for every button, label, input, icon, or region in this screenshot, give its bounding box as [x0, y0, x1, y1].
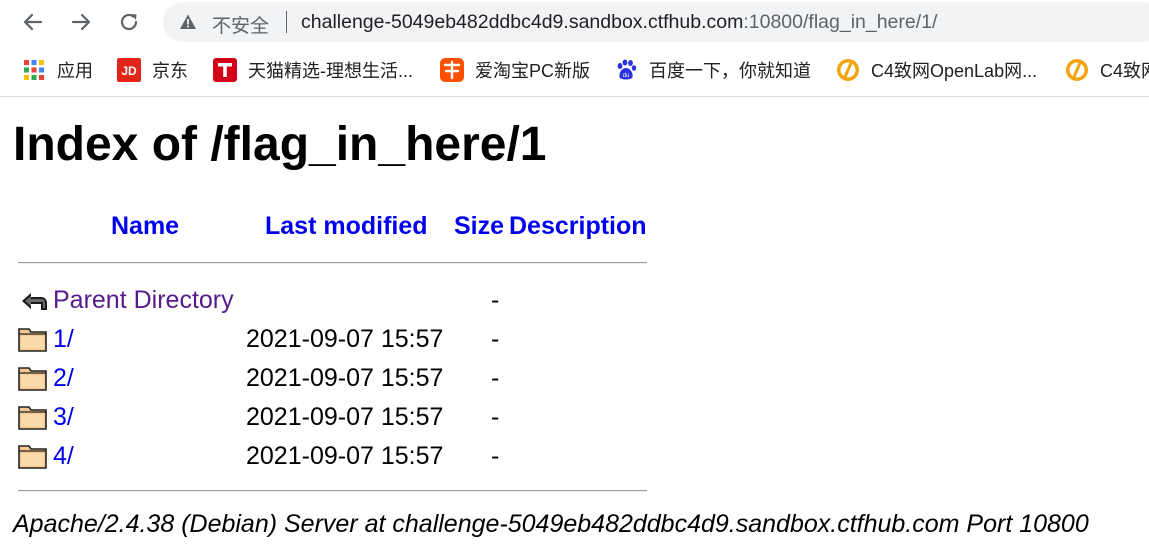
- bookmarks-bar: 应用 JD 京东 天猫精选-理想生活... 爱淘宝PC新版 du 百度一下，你就…: [0, 44, 1149, 97]
- folder-icon: [18, 445, 47, 469]
- bookmark-label: C4致网OpenLab网...: [871, 61, 1038, 81]
- bookmark-label: 百度一下，你就知道: [649, 61, 811, 81]
- jd-logo-icon: JD: [117, 58, 141, 82]
- table-row: 2/ 2021-09-07 15:57 -: [0, 361, 700, 395]
- table-row: 4/ 2021-09-07 15:57 -: [0, 439, 700, 473]
- size-cell: -: [491, 325, 500, 353]
- url-text[interactable]: challenge-5049eb482ddbc4d9.sandbox.ctfhu…: [301, 11, 937, 34]
- reload-button[interactable]: [113, 6, 145, 38]
- size-cell: -: [491, 442, 500, 470]
- bookmark-c4[interactable]: C4致网: [1065, 56, 1149, 84]
- size-cell: -: [491, 286, 500, 314]
- address-bar[interactable]: 不安全 challenge-5049eb482ddbc4d9.sandbox.c…: [163, 2, 1149, 42]
- c4-logo-icon: [836, 58, 860, 82]
- entry-link[interactable]: 4/: [53, 441, 74, 471]
- browser-toolbar: 不安全 challenge-5049eb482ddbc4d9.sandbox.c…: [0, 0, 1149, 44]
- bookmark-label: 应用: [57, 61, 93, 81]
- table-divider: [18, 490, 647, 492]
- page-title: Index of /flag_in_here/1: [13, 118, 547, 171]
- omnibox-divider: [286, 11, 287, 33]
- entry-link[interactable]: 2/: [53, 363, 74, 393]
- parent-directory-link[interactable]: Parent Directory: [53, 285, 234, 315]
- entry-link[interactable]: 1/: [53, 324, 74, 354]
- modified-cell: 2021-09-07 15:57: [246, 325, 444, 353]
- svg-text:du: du: [623, 73, 630, 79]
- bookmark-label: 爱淘宝PC新版: [475, 61, 591, 81]
- security-label[interactable]: 不安全: [212, 11, 269, 38]
- arrow-right-icon: [71, 13, 91, 31]
- table-divider: [18, 262, 647, 264]
- bookmark-c4-openlab[interactable]: C4致网OpenLab网...: [836, 56, 1037, 84]
- page-content: Index of /flag_in_here/1 Name Last modif…: [0, 97, 1149, 549]
- warning-triangle-icon: [180, 14, 196, 29]
- size-cell: -: [491, 364, 500, 392]
- bookmark-label: C4致网: [1100, 61, 1149, 81]
- svg-text:JD: JD: [121, 64, 137, 78]
- bookmark-taobao[interactable]: 爱淘宝PC新版: [440, 56, 590, 84]
- table-row: Parent Directory -: [0, 283, 700, 317]
- column-header-name[interactable]: Name: [111, 211, 179, 241]
- bookmark-tmall[interactable]: 天猫精选-理想生活...: [213, 56, 413, 84]
- tmall-logo-icon: [213, 58, 237, 82]
- folder-icon: [18, 406, 47, 430]
- bookmark-label: 京东: [152, 61, 188, 81]
- back-arrow-icon: [22, 293, 47, 310]
- arrow-left-icon: [23, 13, 43, 31]
- table-row: 3/ 2021-09-07 15:57 -: [0, 400, 700, 434]
- column-header-last-modified[interactable]: Last modified: [265, 211, 428, 241]
- apps-grid-icon: [22, 58, 46, 82]
- bookmark-baidu[interactable]: du 百度一下，你就知道: [614, 56, 811, 84]
- bookmark-jd[interactable]: JD 京东: [117, 56, 188, 84]
- entry-link[interactable]: 3/: [53, 402, 74, 432]
- modified-cell: 2021-09-07 15:57: [246, 403, 444, 431]
- baidu-paw-icon: du: [614, 58, 638, 82]
- modified-cell: 2021-09-07 15:57: [246, 442, 444, 470]
- url-path: :10800/flag_in_here/1/: [743, 11, 938, 33]
- bookmark-apps[interactable]: 应用: [22, 56, 93, 84]
- reload-icon: [120, 13, 138, 31]
- forward-button[interactable]: [65, 6, 97, 38]
- bookmark-label: 天猫精选-理想生活...: [248, 61, 413, 81]
- c4-logo-icon: [1065, 58, 1089, 82]
- taobao-logo-icon: [440, 58, 464, 82]
- server-signature: Apache/2.4.38 (Debian) Server at challen…: [13, 510, 1089, 538]
- url-host: challenge-5049eb482ddbc4d9.sandbox.ctfhu…: [301, 11, 744, 33]
- modified-cell: 2021-09-07 15:57: [246, 364, 444, 392]
- table-row: 1/ 2021-09-07 15:57 -: [0, 322, 700, 356]
- column-header-description[interactable]: Description: [509, 211, 647, 241]
- column-header-size[interactable]: Size: [454, 211, 504, 241]
- back-button[interactable]: [17, 6, 49, 38]
- folder-icon: [18, 328, 47, 352]
- size-cell: -: [491, 403, 500, 431]
- folder-icon: [18, 367, 47, 391]
